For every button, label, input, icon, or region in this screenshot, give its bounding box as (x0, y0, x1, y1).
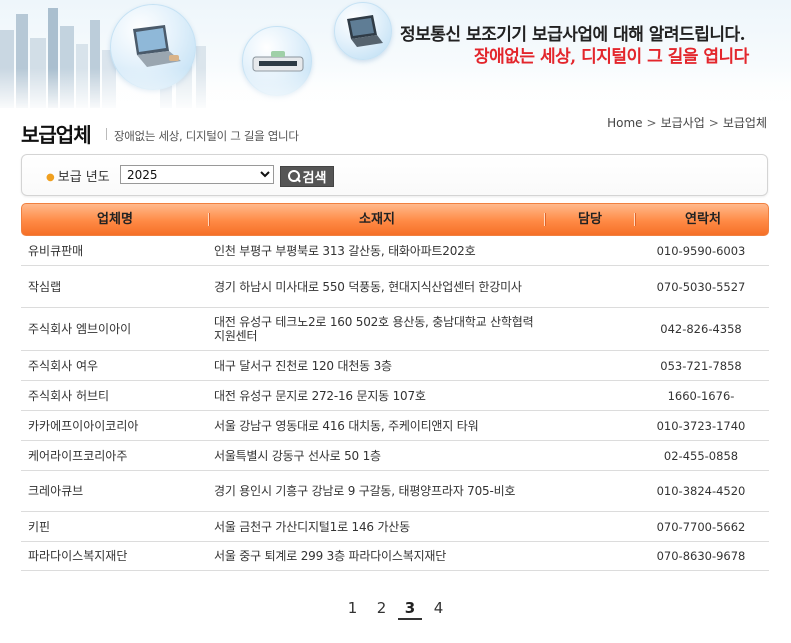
search-panel: ● 보급 년도 2025 검색 (21, 154, 768, 196)
vendor-phone: 070-5030-5527 (656, 279, 746, 294)
banner-fade (0, 68, 791, 108)
vendor-address: 서울 중구 퇴계로 299 3층 파라다이스복지재단 (214, 549, 447, 563)
page-link-1[interactable]: 1 (338, 598, 367, 618)
page-link-current[interactable]: 3 (398, 598, 422, 620)
page-link-4[interactable]: 4 (424, 598, 453, 618)
vendor-phone: 010-3723-1740 (656, 418, 746, 433)
banner-slogan: 장애없는 세상, 디지털이 그 길을 엽니다 (474, 47, 749, 67)
vendor-name: 크레아큐브 (28, 484, 84, 498)
search-icon (287, 170, 301, 183)
vendor-phone: 053-721-7858 (660, 358, 742, 373)
vendor-name: 파라다이스복지재단 (28, 549, 128, 563)
vendor-address: 경기 하남시 미사대로 550 덕풍동, 현대지식산업센터 한강미사 (214, 279, 522, 294)
laptop-icon (133, 25, 181, 67)
vendor-address: 대전 유성구 문지로 272-16 문지동 107호 (214, 388, 426, 403)
table-row: 파라다이스복지재단 서울 중구 퇴계로 299 3층 파라다이스복지재단 070… (21, 542, 769, 571)
breadcrumb-current: 보급업체 (722, 116, 767, 130)
breadcrumb-program[interactable]: 보급사업 (661, 114, 705, 131)
column-divider (544, 213, 546, 226)
page-link-2[interactable]: 2 (367, 598, 396, 618)
table-row: 유비큐판매 인천 부평구 부평북로 313 갈산동, 태화아파트202호 010… (21, 236, 769, 266)
table-row: 케어라이프코리아주 서울특별시 강동구 선사로 50 1층 02-455-085… (21, 441, 769, 471)
table-row: 키핀 서울 금천구 가산디지털1로 146 가산동 070-7700-5662 (21, 512, 769, 542)
device-bubble (334, 2, 392, 60)
vendor-name: 키핀 (28, 519, 51, 534)
table-row: 주식회사 허브티 대전 유성구 문지로 272-16 문지동 107호 1660… (21, 381, 769, 411)
vendor-address: 대전 유성구 테크노2로 160 502호 용산동, 충남대학교 산학협력지원센… (214, 315, 534, 343)
vendor-table-body: 유비큐판매 인천 부평구 부평북로 313 갈산동, 태화아파트202호 010… (21, 236, 769, 571)
pagination: 1234 (0, 598, 791, 622)
vendor-phone: 070-7700-5662 (656, 519, 746, 534)
breadcrumb: Home > 보급사업 > 보급업체 (607, 114, 767, 131)
column-header-company: 업체명 (97, 212, 133, 227)
table-header: 업체명 소재지 담당 연락처 (21, 203, 769, 236)
table-row: 작심랩 경기 하남시 미사대로 550 덕풍동, 현대지식산업센터 한강미사 0… (21, 266, 769, 308)
vendor-name: 케어라이프코리아주 (28, 448, 128, 463)
page-subtitle: 장애없는 세상, 디지털이 그 길을 엽니다 (114, 129, 299, 143)
column-header-address: 소재지 (359, 212, 395, 227)
vendor-address: 인천 부평구 부평북로 313 갈산동, 태화아파트202호 (214, 243, 476, 258)
vendor-phone: 02-455-0858 (663, 448, 739, 463)
bullet-dot-icon: ● (46, 172, 55, 183)
vendor-address: 서울특별시 강동구 선사로 50 1층 (214, 448, 381, 463)
vendor-phone: 010-3824-4520 (656, 484, 746, 498)
vendor-phone: 010-9590-6003 (656, 243, 746, 258)
breadcrumb-home[interactable]: Home (607, 116, 642, 130)
year-select[interactable]: 2025 (120, 165, 274, 184)
vendor-address: 서울 금천구 가산디지털1로 146 가산동 (214, 519, 410, 534)
top-banner: 정보통신 보조기기 보급사업에 대해 알려드립니다. 장애없는 세상, 디지털이… (0, 0, 791, 108)
table-row: 주식회사 엠브이아이 대전 유성구 테크노2로 160 502호 용산동, 충남… (21, 308, 769, 351)
vendor-address: 서울 강남구 영동대로 416 대치동, 주케이티앤지 타워 (214, 418, 479, 433)
title-divider (106, 128, 107, 140)
table-row: 크레아큐브 경기 용인시 기흥구 강남로 9 구갈동, 태평양프라자 705-비… (21, 471, 769, 512)
vendor-name: 유비큐판매 (28, 243, 84, 258)
year-label-text: 보급 년도 (57, 170, 110, 185)
vendor-name: 주식회사 여우 (28, 358, 99, 373)
search-button[interactable]: 검색 (280, 166, 334, 187)
year-label: ● 보급 년도 (46, 166, 110, 185)
chevron-right-icon: > (708, 116, 719, 130)
table-row: 주식회사 여우 대구 달서구 진천로 120 대천동 3층 053-721-78… (21, 351, 769, 381)
vendor-name: 작심랩 (28, 279, 62, 294)
vendor-name: 주식회사 엠브이아이 (28, 322, 132, 336)
chevron-right-icon: > (646, 116, 657, 130)
page-title: 보급업체 (21, 123, 92, 147)
table-row: 카카에프이아이코리아 서울 강남구 영동대로 416 대치동, 주케이티앤지 타… (21, 411, 769, 441)
vendor-address: 대구 달서구 진천로 120 대천동 3층 (214, 358, 392, 373)
column-divider (208, 213, 210, 226)
vendor-phone: 042-826-4358 (660, 322, 742, 336)
vendor-phone: 1660-1676- (667, 388, 735, 403)
handheld-device-icon (347, 15, 383, 47)
column-header-phone: 연락처 (685, 212, 721, 227)
vendor-name: 주식회사 허브티 (28, 388, 110, 403)
search-button-label: 검색 (302, 171, 327, 186)
vendor-address: 경기 용인시 기흥구 강남로 9 구갈동, 태평양프라자 705-비호 (214, 484, 516, 498)
column-header-manager: 담당 (578, 212, 602, 227)
vendor-phone: 070-8630-9678 (656, 549, 746, 563)
column-divider (634, 213, 636, 226)
vendor-name: 카카에프이아이코리아 (28, 418, 139, 433)
